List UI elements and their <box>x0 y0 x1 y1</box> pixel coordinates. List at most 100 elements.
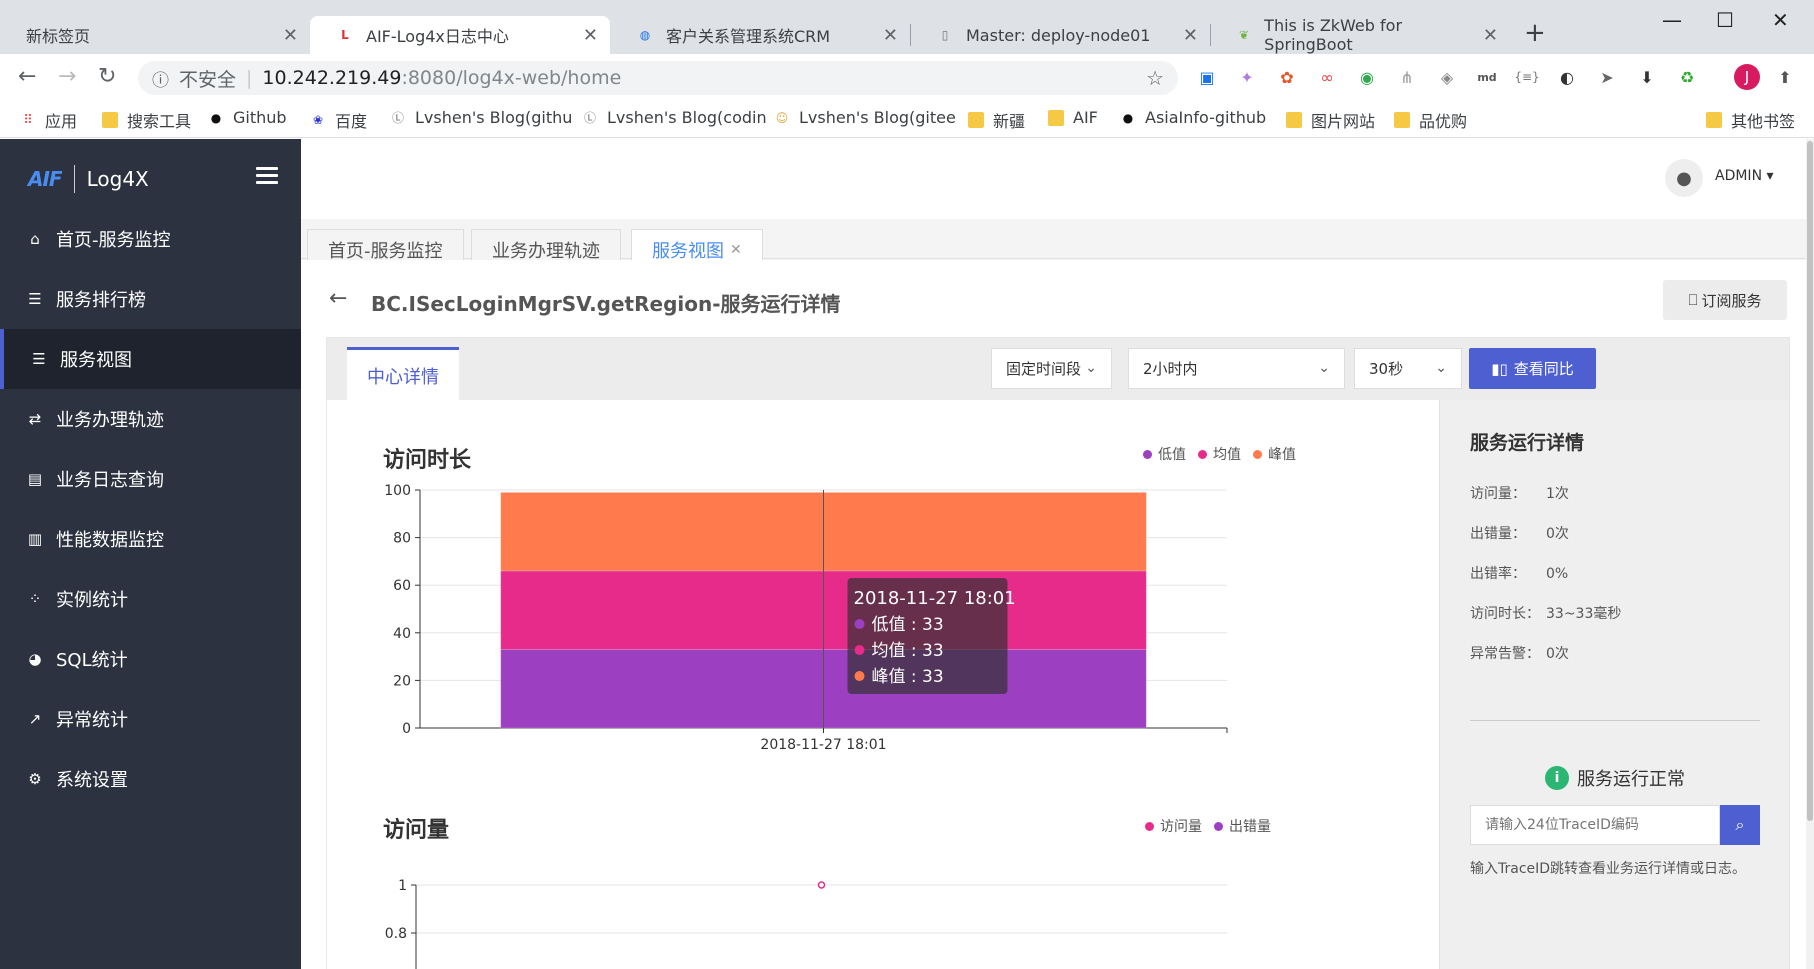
sidebar-item-ranking[interactable]: ☰ 服务排行榜 <box>0 269 301 329</box>
extension-recycle-icon[interactable]: ♻ <box>1674 64 1700 90</box>
time-range-select[interactable]: 2小时内 ⌄ <box>1128 348 1345 389</box>
profile-avatar[interactable]: J <box>1734 64 1760 90</box>
back-icon[interactable]: ← <box>18 64 36 89</box>
browser-tab-newtab[interactable]: 新标签页 ✕ <box>0 16 310 54</box>
bookmark-baidu[interactable]: ❀ 百度 <box>310 108 367 132</box>
subscribe-button[interactable]: ⎕ 订阅服务 <box>1663 280 1787 320</box>
extension-bookmark-icon[interactable]: ▣ <box>1194 64 1220 90</box>
tab-center-detail[interactable]: 中心详情 <box>347 347 459 401</box>
sidebar-item-instances[interactable]: ⁘ 实例统计 <box>0 569 301 629</box>
legend-label: 低值 <box>1158 447 1186 463</box>
bookmark-star-icon[interactable]: ☆ <box>1146 66 1164 90</box>
hamburger-menu-icon[interactable] <box>256 167 278 188</box>
close-icon[interactable]: ✕ <box>1483 25 1498 46</box>
bookmark-label: AsiaInfo-github <box>1145 108 1267 127</box>
caret-down-icon: ▾ <box>1762 168 1774 184</box>
range-type-select[interactable]: 固定时间段 ⌄ <box>991 348 1112 389</box>
traceid-input[interactable] <box>1470 805 1720 845</box>
bookmark-xinjiang[interactable]: 新疆 <box>968 108 1025 132</box>
bookmark-apps[interactable]: ⠿ 应用 <box>20 108 77 132</box>
list-icon: ☰ <box>28 290 42 308</box>
bar-chart-icon: ▥ <box>27 530 43 548</box>
address-bar[interactable]: ⓘ 不安全 | 10.242.219.49 :8080/log4x-web/ho… <box>138 61 1178 95</box>
bookmark-aif[interactable]: AIF <box>1048 108 1098 127</box>
bookmark-image-sites[interactable]: 图片网站 <box>1286 108 1375 132</box>
browser-tab-master[interactable]: ▯ Master: deploy-node01 ✕ <box>910 16 1210 54</box>
minimize-icon[interactable]: — <box>1662 8 1682 32</box>
extension-markdown-icon[interactable]: md <box>1474 64 1500 90</box>
bookmark-asiainfo-github[interactable]: ● AsiaInfo-github <box>1120 108 1266 127</box>
legend-item-low[interactable]: 低值 <box>1143 444 1186 464</box>
back-arrow-icon[interactable]: ← <box>329 286 347 311</box>
close-icon[interactable]: ✕ <box>283 25 298 46</box>
subscribe-label: 订阅服务 <box>1701 291 1762 310</box>
sidebar-menu: ⌂ 首页-服务监控 ☰ 服务排行榜 ☰ 服务视图 ⇄ 业务办理轨迹 ▤ 业务日志查询 ▥ 性… <box>0 209 301 809</box>
log4x-favicon-icon: L <box>341 28 349 42</box>
sidebar-item-performance[interactable]: ▥ 性能数据监控 <box>0 509 301 569</box>
sidebar-item-service-view[interactable]: ☰ 服务视图 <box>0 329 301 389</box>
extension-json-icon[interactable]: {≡} <box>1514 64 1540 90</box>
close-icon[interactable]: ✕ <box>730 242 742 258</box>
extension-cursor-icon[interactable]: ➤ <box>1594 64 1620 90</box>
browser-tab-crm[interactable]: ◍ 客户关系管理系统CRM ✕ <box>610 16 910 54</box>
close-icon[interactable]: ✕ <box>883 25 898 46</box>
forward-icon[interactable]: → <box>58 64 76 89</box>
sidebar-item-sql[interactable]: ◕ SQL统计 <box>0 629 301 689</box>
reload-icon[interactable]: ↻ <box>98 64 116 89</box>
search-button[interactable]: ⌕ <box>1720 805 1760 845</box>
user-menu[interactable]: ADMIN ▾ <box>1715 168 1774 184</box>
sidebar-item-exceptions[interactable]: ↗ 异常统计 <box>0 689 301 749</box>
sidebar-item-label: 实例统计 <box>56 590 128 611</box>
legend-item-visits[interactable]: 访问量 <box>1145 816 1202 836</box>
bookmark-search-tools[interactable]: 搜索工具 <box>102 108 191 132</box>
sidebar-item-trace[interactable]: ⇄ 业务办理轨迹 <box>0 389 301 449</box>
tab-label: 业务办理轨迹 <box>492 240 600 262</box>
extension-pinwheel-icon[interactable]: ✿ <box>1274 64 1300 90</box>
legend-item-avg[interactable]: 均值 <box>1198 444 1241 464</box>
extension-pin-icon[interactable]: ◈ <box>1434 64 1460 90</box>
bookmark-pinyougou[interactable]: 品优购 <box>1394 108 1467 132</box>
tab-title: AIF-Log4x日志中心 <box>366 27 509 46</box>
bookmark-github[interactable]: ● Github <box>208 108 287 127</box>
tab-title: 新标签页 <box>26 27 91 46</box>
sidebar-item-home[interactable]: ⌂ 首页-服务监控 <box>0 209 301 269</box>
window-close-icon[interactable]: ✕ <box>1772 8 1789 32</box>
new-tab-icon[interactable]: + <box>1524 18 1546 48</box>
browser-toolbar: ← → ↻ ⓘ 不安全 | 10.242.219.49 :8080/log4x-… <box>0 54 1814 102</box>
extension-infinity-icon[interactable]: ∞ <box>1314 64 1340 90</box>
browser-tab-log4x[interactable]: L AIF-Log4x日志中心 ✕ <box>310 16 610 54</box>
bookmark-blog-coding[interactable]: Ⓛ Lvshen's Blog(codin <box>582 108 767 127</box>
compare-button[interactable]: ▮▯ 查看同比 <box>1469 348 1596 389</box>
extension-circle-icon[interactable]: ◐ <box>1554 64 1580 90</box>
globe-favicon-icon: ◍ <box>639 28 651 42</box>
legend-item-errors[interactable]: 出错量 <box>1214 816 1271 836</box>
insecure-label: 不安全 <box>179 68 237 91</box>
main-content: ← BC.ISecLoginMgrSV.getRegion-服务运行详情 ⎕ 订阅… <box>301 260 1806 969</box>
page-tabs: 首页-服务监控 业务办理轨迹 服务视图 ✕ <box>301 219 1806 270</box>
download-icon[interactable]: ⬇ <box>1634 64 1660 90</box>
user-avatar-icon[interactable]: ● <box>1665 159 1703 197</box>
legend-item-peak[interactable]: 峰值 <box>1253 444 1296 464</box>
extension-tree-icon[interactable]: ⋔ <box>1394 64 1420 90</box>
stat-value: 0次 <box>1546 646 1569 662</box>
sidebar-item-settings[interactable]: ⚙ 系统设置 <box>0 749 301 809</box>
extension-evernote-icon[interactable]: ◉ <box>1354 64 1380 90</box>
extension-star-icon[interactable]: ✦ <box>1234 64 1260 90</box>
bookmark-blog-gitee[interactable]: ☺ Lvshen's Blog(gitee <box>774 108 956 127</box>
interval-select[interactable]: 30秒 ⌄ <box>1354 348 1462 389</box>
logo[interactable]: AIF Log4X <box>28 165 149 193</box>
close-icon[interactable]: ✕ <box>1183 25 1198 46</box>
select-value: 固定时间段 <box>1006 360 1082 378</box>
info-icon[interactable]: ⓘ <box>152 66 169 91</box>
scrollbar-thumb[interactable] <box>1807 141 1813 821</box>
stat-value: 1次 <box>1546 486 1569 502</box>
page-scrollbar[interactable] <box>1806 139 1814 969</box>
browser-tab-zkweb[interactable]: ❦ This is ZkWeb for SpringBoot ✕ <box>1210 16 1510 54</box>
bookmark-blog-github[interactable]: Ⓛ Lvshen's Blog(githu <box>390 108 572 127</box>
close-icon[interactable]: ✕ <box>583 25 598 46</box>
extension-upload-icon[interactable]: ⬆ <box>1772 64 1798 90</box>
sidebar-item-log-query[interactable]: ▤ 业务日志查询 <box>0 449 301 509</box>
bookmark-other[interactable]: 其他书签 <box>1706 108 1795 132</box>
maximize-icon[interactable]: ☐ <box>1716 8 1734 32</box>
logo-text: Log4X <box>86 167 149 191</box>
